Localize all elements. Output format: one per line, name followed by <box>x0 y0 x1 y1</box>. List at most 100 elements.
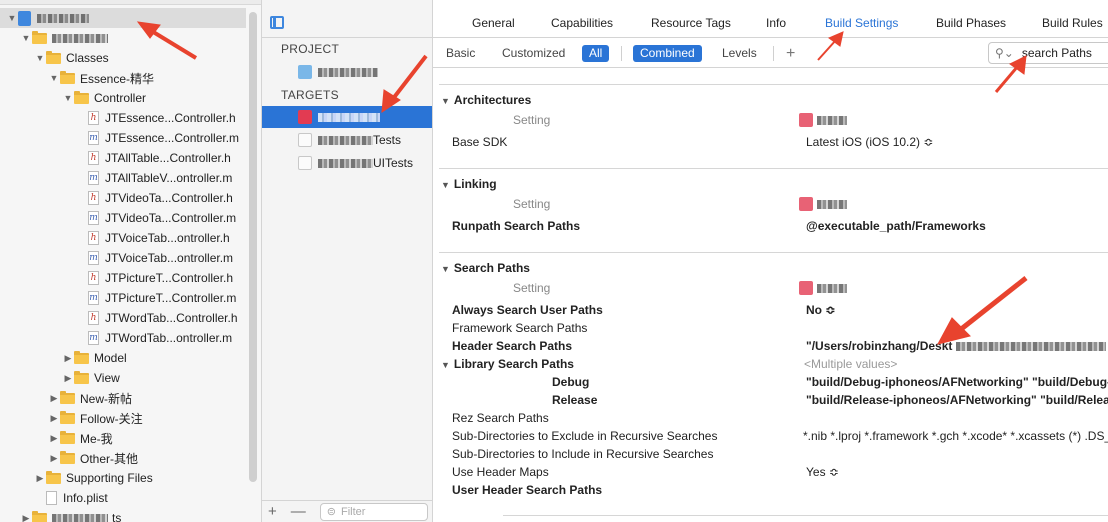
setting-value-subdirs-exclude[interactable]: *.nib *.lproj *.framework *.gch *.xcode*… <box>803 429 1108 443</box>
tree-folder-row[interactable]: ▶ Supporting Files <box>0 468 246 488</box>
disclosure-open-icon[interactable]: ▼ <box>34 53 46 63</box>
setting-value-always-search-user-paths[interactable]: No ≎ <box>806 303 835 317</box>
setting-value-library-debug[interactable]: "build/Debug-iphoneos/AFNetworking" "bui… <box>806 375 1108 389</box>
setting-name-rez-search-paths: Rez Search Paths <box>452 411 549 425</box>
tree-file-row[interactable]: m JTEssence...Controller.m <box>0 128 246 148</box>
sidebar-toggle-icon[interactable] <box>270 16 284 29</box>
folder-icon <box>60 430 75 444</box>
setting-value-base-sdk[interactable]: Latest iOS (iOS 10.2) ≎ <box>806 135 933 149</box>
tree-folder-row[interactable]: ▶ Follow-关注 <box>0 408 246 428</box>
tree-file-row[interactable]: m JTVoiceTab...ontroller.m <box>0 248 246 268</box>
setting-value-library-release[interactable]: "build/Release-iphoneos/AFNetworking" "b… <box>806 393 1108 407</box>
tree-item-label: JTAllTableV...ontroller.m <box>105 171 233 185</box>
setting-value-header-search-paths[interactable]: "/Users/robinzhang/Deskt <box>806 339 1106 353</box>
target-badge-icon <box>799 281 813 295</box>
disclosure-open-icon[interactable]: ▼ <box>62 93 74 103</box>
tree-file-row[interactable]: h JTVideoTa...Controller.h <box>0 188 246 208</box>
target-column-badge <box>799 280 849 296</box>
tree-folder-row[interactable]: ▼ Controller <box>0 88 246 108</box>
setting-name-always-search-user-paths: Always Search User Paths <box>452 303 603 317</box>
tree-folder-row[interactable]: ▼ <box>0 28 246 48</box>
tree-folder-row[interactable]: ▶ New-新帖 <box>0 388 246 408</box>
tree-folder-row[interactable]: ▼ Essence-精华 <box>0 68 246 88</box>
disclosure-triangle-icon[interactable]: ▼ <box>441 360 450 370</box>
redacted-name <box>37 13 89 23</box>
add-setting-button[interactable]: + <box>786 45 795 62</box>
target-column-badge <box>799 112 849 128</box>
tree-file-row[interactable]: h JTVoiceTab...ontroller.h <box>0 228 246 248</box>
tree-file-row[interactable]: h JTEssence...Controller.h <box>0 108 246 128</box>
setting-value-use-header-maps[interactable]: Yes ≎ <box>806 465 839 479</box>
filter-separator-2 <box>773 46 774 61</box>
target-row-tests[interactable]: Tests <box>262 129 432 151</box>
disclosure-closed-icon[interactable]: ▶ <box>62 353 74 364</box>
section-search-paths-title: Search Paths <box>453 261 530 275</box>
filter-basic[interactable]: Basic <box>446 45 475 62</box>
tree-folder-row[interactable]: ▶ Other-其他 <box>0 448 246 468</box>
setting-value-runpath[interactable]: @executable_path/Frameworks <box>806 219 986 233</box>
editor-tab-bar: General Capabilities Resource Tags Info … <box>433 8 1108 38</box>
filter-all[interactable]: All <box>582 45 610 62</box>
navigator-scrollbar[interactable] <box>249 12 257 482</box>
disclosure-closed-icon[interactable]: ▶ <box>48 453 60 464</box>
tab-general[interactable]: General <box>472 16 515 30</box>
tree-file-row[interactable]: m JTPictureT...Controller.m <box>0 288 246 308</box>
filter-customized[interactable]: Customized <box>502 45 565 62</box>
tree-item-label: JTVideoTa...Controller.m <box>105 211 237 225</box>
tree-folder-row[interactable]: ▼ Classes <box>0 48 246 68</box>
targets-filter-field[interactable]: ⊜ Filter <box>319 502 428 521</box>
disclosure-open-icon[interactable]: ▼ <box>20 33 32 43</box>
section-architectures-header[interactable]: ▼ Architectures <box>441 93 531 107</box>
target-row-uitests[interactable]: UITests <box>262 152 432 174</box>
folder-icon <box>60 450 75 464</box>
tree-file-row[interactable]: h JTAllTable...Controller.h <box>0 148 246 168</box>
tab-info[interactable]: Info <box>766 16 786 30</box>
setting-column-label: Setting <box>513 113 551 127</box>
filter-combined[interactable]: Combined <box>633 45 702 62</box>
tab-capabilities[interactable]: Capabilities <box>551 16 613 30</box>
disclosure-closed-icon[interactable]: ▶ <box>62 373 74 384</box>
filter-levels[interactable]: Levels <box>722 45 757 62</box>
add-target-button[interactable]: + <box>268 503 277 520</box>
tree-file-row[interactable]: h JTWordTab...Controller.h <box>0 308 246 328</box>
tab-build-settings[interactable]: Build Settings <box>825 16 898 30</box>
disclosure-open-icon[interactable]: ▼ <box>48 73 60 83</box>
tree-file-row[interactable]: m JTVideoTa...Controller.m <box>0 208 246 228</box>
disclosure-closed-icon[interactable]: ▶ <box>48 413 60 424</box>
project-row[interactable] <box>262 61 432 83</box>
setting-name-subdirs-exclude: Sub-Directories to Exclude in Recursive … <box>452 429 718 443</box>
redacted-name <box>52 513 108 522</box>
remove-target-button[interactable]: — <box>291 503 306 520</box>
tree-file-row[interactable]: m JTWordTab...ontroller.m <box>0 328 246 348</box>
tree-item-label: Supporting Files <box>66 471 153 485</box>
tree-item-label: Me-我 <box>80 431 113 446</box>
disclosure-closed-icon[interactable]: ▶ <box>48 433 60 444</box>
tree-folder-row[interactable]: ▶ Model <box>0 348 246 368</box>
disclosure-closed-icon[interactable]: ▶ <box>34 473 46 484</box>
settings-search-field[interactable]: ⚲⌄ search Paths <box>988 42 1108 64</box>
section-search-paths-header[interactable]: ▼ Search Paths <box>441 261 530 275</box>
tab-build-phases[interactable]: Build Phases <box>936 16 1006 30</box>
tree-folder-row[interactable]: ▶ View <box>0 368 246 388</box>
tab-build-rules[interactable]: Build Rules <box>1042 16 1103 30</box>
tree-folder-row[interactable]: ▶ Me-我 <box>0 428 246 448</box>
disclosure-triangle-icon: ▼ <box>441 180 450 190</box>
tree-file-row[interactable]: m JTAllTableV...ontroller.m <box>0 168 246 188</box>
section-linking-header[interactable]: ▼ Linking <box>441 177 497 191</box>
disclosure-closed-icon[interactable]: ▶ <box>20 513 32 522</box>
header-file-icon: h <box>88 151 99 165</box>
target-row-app[interactable] <box>262 106 432 128</box>
tree-item-label: ts <box>112 511 122 522</box>
tree-file-row[interactable]: Info.plist <box>0 488 246 508</box>
tree-item-label: JTVideoTa...Controller.h <box>105 191 233 205</box>
setting-value-library-search-paths[interactable]: <Multiple values> <box>804 357 897 371</box>
disclosure-open-icon[interactable]: ▼ <box>6 13 18 23</box>
disclosure-closed-icon[interactable]: ▶ <box>48 393 60 404</box>
folder-icon <box>60 410 75 424</box>
target-column-badge <box>799 196 849 212</box>
tree-file-row[interactable]: h JTPictureT...Controller.h <box>0 268 246 288</box>
tree-project-row[interactable]: ▼ <box>0 8 246 28</box>
tree-folder-row[interactable]: ▶ ts <box>0 508 246 522</box>
tree-item-label: JTAllTable...Controller.h <box>105 151 231 165</box>
tab-resource-tags[interactable]: Resource Tags <box>651 16 731 30</box>
